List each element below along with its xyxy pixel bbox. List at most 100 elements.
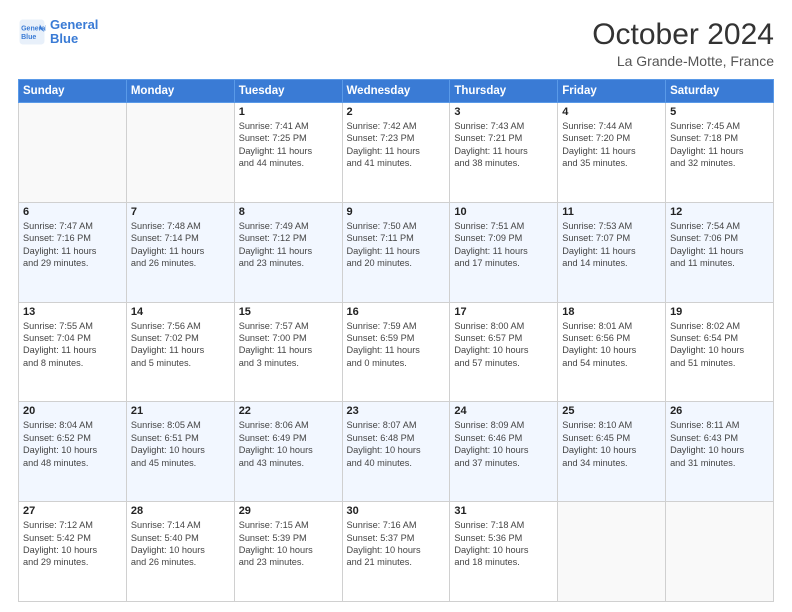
calendar-cell: 1Sunrise: 7:41 AMSunset: 7:25 PMDaylight…: [234, 103, 342, 203]
day-number: 21: [131, 405, 230, 417]
cell-info: Sunrise: 8:05 AMSunset: 6:51 PMDaylight:…: [131, 419, 230, 469]
cell-info: Sunrise: 8:11 AMSunset: 6:43 PMDaylight:…: [670, 419, 769, 469]
day-number: 31: [454, 505, 553, 517]
day-number: 11: [562, 206, 661, 218]
cell-info: Sunrise: 8:09 AMSunset: 6:46 PMDaylight:…: [454, 419, 553, 469]
cell-info: Sunrise: 7:49 AMSunset: 7:12 PMDaylight:…: [239, 220, 338, 270]
calendar-table: SundayMondayTuesdayWednesdayThursdayFrid…: [18, 79, 774, 602]
cell-info: Sunrise: 7:59 AMSunset: 6:59 PMDaylight:…: [347, 320, 446, 370]
calendar-cell: 24Sunrise: 8:09 AMSunset: 6:46 PMDayligh…: [450, 402, 558, 502]
day-number: 18: [562, 306, 661, 318]
day-number: 16: [347, 306, 446, 318]
calendar-cell: [558, 502, 666, 602]
calendar-cell: 6Sunrise: 7:47 AMSunset: 7:16 PMDaylight…: [19, 202, 127, 302]
calendar-cell: 2 Sunrise: 7:42 AMSunset: 7:23 PMDaylight…: [342, 103, 450, 203]
week-row-1: 1Sunrise: 7:41 AMSunset: 7:25 PMDaylight…: [19, 103, 774, 203]
weekday-header-thursday: Thursday: [450, 80, 558, 103]
cell-info: Sunrise: 8:07 AMSunset: 6:48 PMDaylight:…: [347, 419, 446, 469]
weekday-header-tuesday: Tuesday: [234, 80, 342, 103]
calendar-cell: [19, 103, 127, 203]
cell-info: Sunrise: 8:02 AMSunset: 6:54 PMDaylight:…: [670, 320, 769, 370]
cell-info: Sunrise: 8:00 AMSunset: 6:57 PMDaylight:…: [454, 320, 553, 370]
week-row-2: 6Sunrise: 7:47 AMSunset: 7:16 PMDaylight…: [19, 202, 774, 302]
calendar-cell: 28 Sunrise: 7:14 AMSunset: 5:40 PMDayligh…: [126, 502, 234, 602]
cell-info: Sunrise: 7:12 AMSunset: 5:42 PMDaylight:…: [23, 519, 122, 569]
header-row: SundayMondayTuesdayWednesdayThursdayFrid…: [19, 80, 774, 103]
cell-info: Sunrise: 7:42 AMSunset: 7:23 PMDaylight:…: [347, 120, 446, 170]
weekday-header-monday: Monday: [126, 80, 234, 103]
day-number: 3: [454, 106, 553, 118]
day-number: 2: [347, 106, 446, 118]
cell-info: Sunrise: 7:51 AMSunset: 7:09 PMDaylight:…: [454, 220, 553, 270]
cell-info: Sunrise: 7:48 AMSunset: 7:14 PMDaylight:…: [131, 220, 230, 270]
cell-info: Sunrise: 7:44 AMSunset: 7:20 PMDaylight:…: [562, 120, 661, 170]
day-number: 8: [239, 206, 338, 218]
day-number: 14: [131, 306, 230, 318]
day-number: 20: [23, 405, 122, 417]
cell-info: Sunrise: 7:41 AMSunset: 7:25 PMDaylight:…: [239, 120, 338, 170]
day-number: 28: [131, 505, 230, 517]
cell-info: Sunrise: 7:16 AMSunset: 5:37 PMDaylight:…: [347, 519, 446, 569]
day-number: 26: [670, 405, 769, 417]
month-title: October 2024: [592, 18, 774, 51]
calendar-cell: 8 Sunrise: 7:49 AMSunset: 7:12 PMDaylight…: [234, 202, 342, 302]
calendar-cell: 9Sunrise: 7:50 AMSunset: 7:11 PMDaylight…: [342, 202, 450, 302]
calendar-cell: 17 Sunrise: 8:00 AMSunset: 6:57 PMDayligh…: [450, 302, 558, 402]
calendar-cell: 26 Sunrise: 8:11 AMSunset: 6:43 PMDayligh…: [666, 402, 774, 502]
day-number: 7: [131, 206, 230, 218]
day-number: 17: [454, 306, 553, 318]
cell-info: Sunrise: 7:47 AMSunset: 7:16 PMDaylight:…: [23, 220, 122, 270]
title-block: October 2024 La Grande-Motte, France: [592, 18, 774, 69]
calendar-cell: 12Sunrise: 7:54 AMSunset: 7:06 PMDayligh…: [666, 202, 774, 302]
logo-blue: Blue: [50, 32, 98, 46]
day-number: 12: [670, 206, 769, 218]
week-row-4: 20 Sunrise: 8:04 AMSunset: 6:52 PMDayligh…: [19, 402, 774, 502]
calendar-cell: 16 Sunrise: 7:59 AMSunset: 6:59 PMDayligh…: [342, 302, 450, 402]
calendar-cell: 30Sunrise: 7:16 AMSunset: 5:37 PMDayligh…: [342, 502, 450, 602]
calendar-cell: 14Sunrise: 7:56 AMSunset: 7:02 PMDayligh…: [126, 302, 234, 402]
cell-info: Sunrise: 7:15 AMSunset: 5:39 PMDaylight:…: [239, 519, 338, 569]
day-number: 23: [347, 405, 446, 417]
week-row-5: 27 Sunrise: 7:12 AMSunset: 5:42 PMDayligh…: [19, 502, 774, 602]
svg-text:Blue: Blue: [21, 34, 36, 41]
day-number: 10: [454, 206, 553, 218]
cell-info: Sunrise: 7:53 AMSunset: 7:07 PMDaylight:…: [562, 220, 661, 270]
header: General Blue General Blue October 2024 L…: [18, 18, 774, 69]
calendar-cell: 22Sunrise: 8:06 AMSunset: 6:49 PMDayligh…: [234, 402, 342, 502]
cell-info: Sunrise: 7:50 AMSunset: 7:11 PMDaylight:…: [347, 220, 446, 270]
calendar-cell: 15 Sunrise: 7:57 AMSunset: 7:00 PMDayligh…: [234, 302, 342, 402]
calendar-cell: 27 Sunrise: 7:12 AMSunset: 5:42 PMDayligh…: [19, 502, 127, 602]
weekday-header-saturday: Saturday: [666, 80, 774, 103]
calendar-cell: 31 Sunrise: 7:18 AMSunset: 5:36 PMDayligh…: [450, 502, 558, 602]
calendar-cell: 21 Sunrise: 8:05 AMSunset: 6:51 PMDayligh…: [126, 402, 234, 502]
calendar-cell: 4 Sunrise: 7:44 AMSunset: 7:20 PMDaylight…: [558, 103, 666, 203]
calendar-cell: [666, 502, 774, 602]
day-number: 29: [239, 505, 338, 517]
calendar-cell: 19Sunrise: 8:02 AMSunset: 6:54 PMDayligh…: [666, 302, 774, 402]
logo: General Blue General Blue: [18, 18, 98, 47]
day-number: 4: [562, 106, 661, 118]
cell-info: Sunrise: 7:43 AMSunset: 7:21 PMDaylight:…: [454, 120, 553, 170]
calendar-cell: 7 Sunrise: 7:48 AMSunset: 7:14 PMDaylight…: [126, 202, 234, 302]
weekday-header-sunday: Sunday: [19, 80, 127, 103]
calendar-cell: 20 Sunrise: 8:04 AMSunset: 6:52 PMDayligh…: [19, 402, 127, 502]
calendar-cell: 5Sunrise: 7:45 AMSunset: 7:18 PMDaylight…: [666, 103, 774, 203]
cell-info: Sunrise: 7:18 AMSunset: 5:36 PMDaylight:…: [454, 519, 553, 569]
logo-icon: General Blue: [18, 18, 46, 46]
cell-info: Sunrise: 8:10 AMSunset: 6:45 PMDaylight:…: [562, 419, 661, 469]
weekday-header-friday: Friday: [558, 80, 666, 103]
week-row-3: 13Sunrise: 7:55 AMSunset: 7:04 PMDayligh…: [19, 302, 774, 402]
day-number: 5: [670, 106, 769, 118]
day-number: 27: [23, 505, 122, 517]
day-number: 25: [562, 405, 661, 417]
cell-info: Sunrise: 7:57 AMSunset: 7:00 PMDaylight:…: [239, 320, 338, 370]
cell-info: Sunrise: 8:04 AMSunset: 6:52 PMDaylight:…: [23, 419, 122, 469]
day-number: 13: [23, 306, 122, 318]
calendar-cell: 29 Sunrise: 7:15 AMSunset: 5:39 PMDayligh…: [234, 502, 342, 602]
cell-info: Sunrise: 8:06 AMSunset: 6:49 PMDaylight:…: [239, 419, 338, 469]
cell-info: Sunrise: 7:14 AMSunset: 5:40 PMDaylight:…: [131, 519, 230, 569]
page: General Blue General Blue October 2024 L…: [0, 0, 792, 612]
calendar-cell: [126, 103, 234, 203]
calendar-cell: 13Sunrise: 7:55 AMSunset: 7:04 PMDayligh…: [19, 302, 127, 402]
day-number: 15: [239, 306, 338, 318]
